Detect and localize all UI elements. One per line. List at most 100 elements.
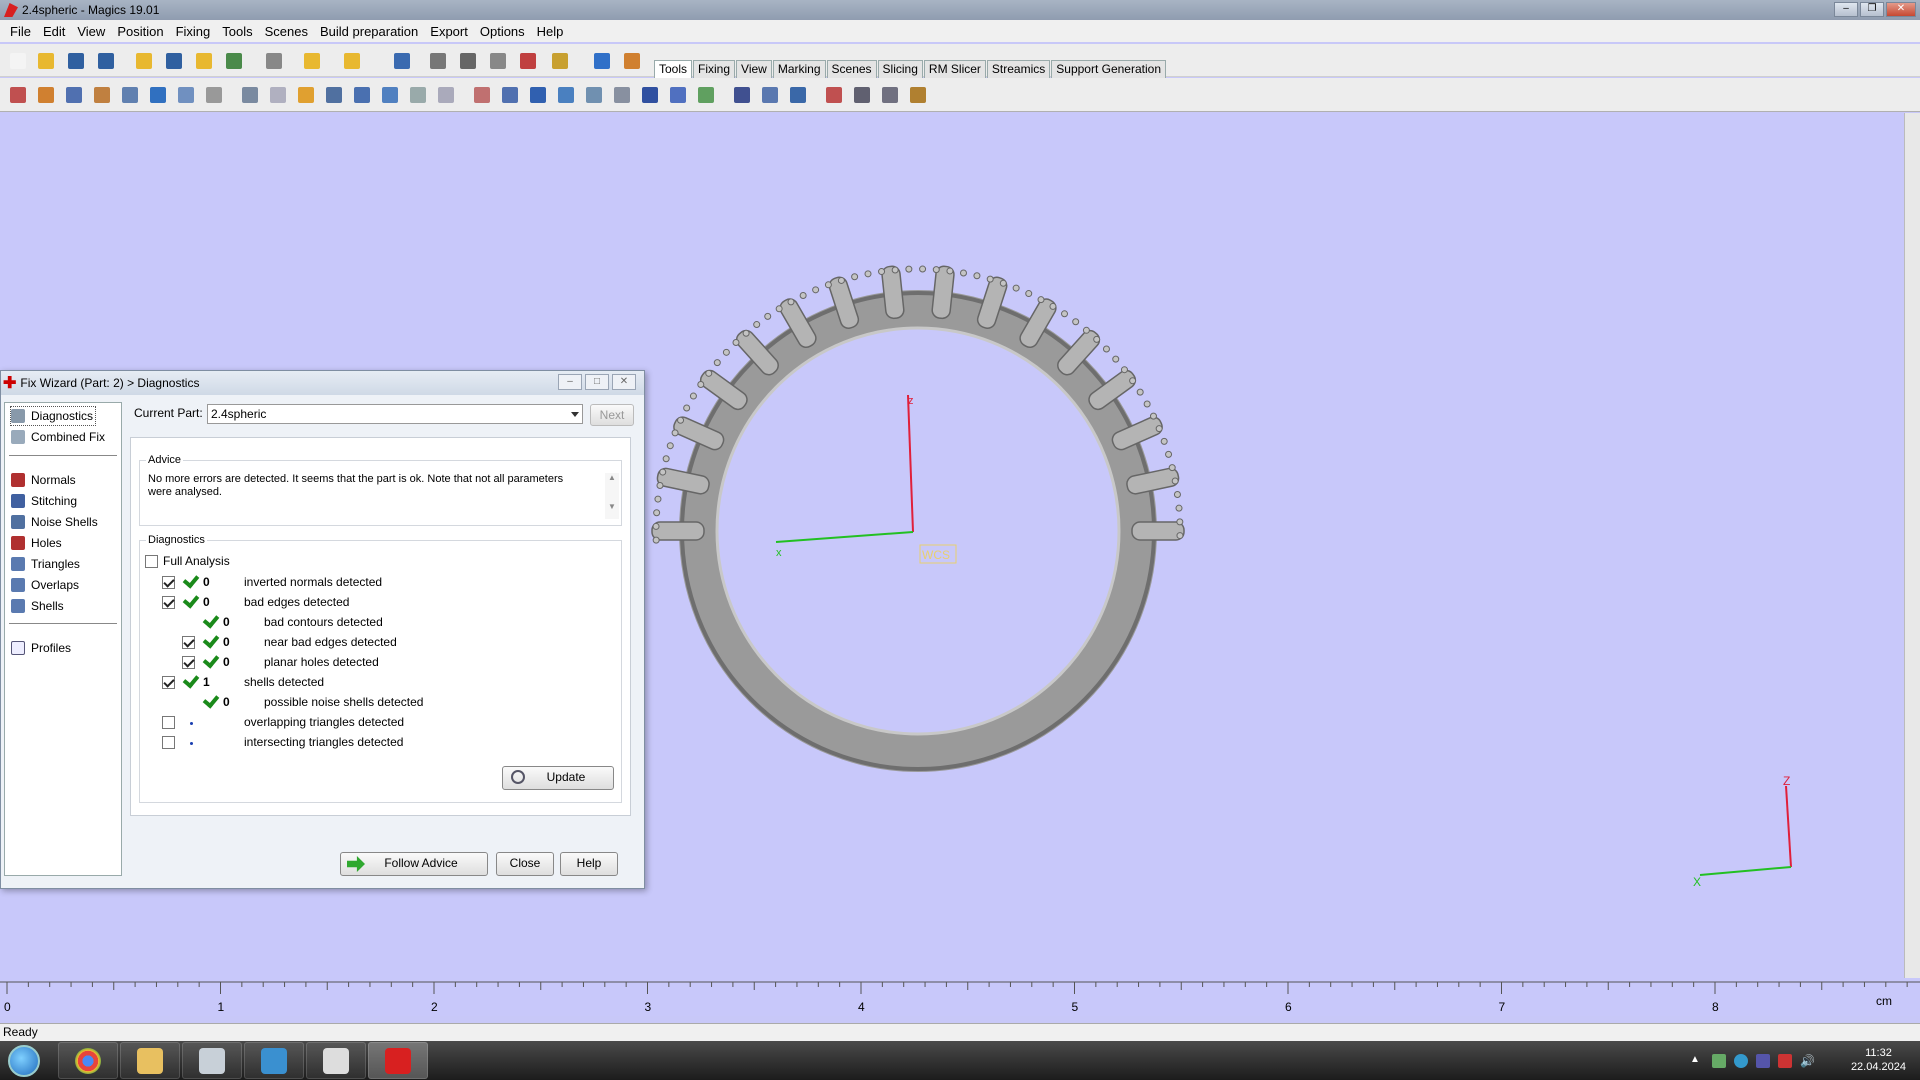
menu-fixing[interactable]: Fixing: [170, 24, 217, 39]
menu-options[interactable]: Options: [474, 24, 531, 39]
tool-10-button[interactable]: [266, 83, 290, 107]
save-as-button[interactable]: [94, 49, 118, 73]
tool-26-button[interactable]: [730, 83, 754, 107]
tray-expand-icon[interactable]: ▲: [1690, 1054, 1704, 1068]
menu-help[interactable]: Help: [531, 24, 570, 39]
nav-item-profiles[interactable]: Profiles: [11, 639, 71, 657]
tool-31-button[interactable]: [878, 83, 902, 107]
dialog-titlebar[interactable]: ✚ Fix Wizard (Part: 2) > Diagnostics – □…: [1, 371, 644, 395]
fix-wizard-button[interactable]: [548, 49, 572, 73]
current-part-select[interactable]: 2.4spheric: [207, 404, 583, 424]
start-button[interactable]: [2, 1042, 46, 1079]
about-button[interactable]: [620, 49, 644, 73]
tool-22-button[interactable]: [610, 83, 634, 107]
tool-15-button[interactable]: [406, 83, 430, 107]
app-task-3[interactable]: [306, 1042, 366, 1079]
tool-4-button[interactable]: [90, 83, 114, 107]
tool-8-button[interactable]: [202, 83, 226, 107]
tab-slicing[interactable]: Slicing: [877, 60, 923, 78]
dialog-minimize-button[interactable]: –: [558, 374, 582, 390]
tool-17-button[interactable]: [470, 83, 494, 107]
tool-14-button[interactable]: [378, 83, 402, 107]
tool-3-button[interactable]: [62, 83, 86, 107]
nav-item-noise-shells[interactable]: Noise Shells: [11, 513, 98, 531]
new-file-button[interactable]: [6, 49, 30, 73]
app-task-2[interactable]: [244, 1042, 304, 1079]
tool-18-button[interactable]: [498, 83, 522, 107]
ring-model[interactable]: [679, 290, 1157, 772]
nav-item-combined-fix[interactable]: Combined Fix: [11, 428, 105, 446]
redo-button[interactable]: [340, 49, 364, 73]
menu-tools[interactable]: Tools: [216, 24, 258, 39]
tool-25-button[interactable]: [694, 83, 718, 107]
tab-support-generation[interactable]: Support Generation: [1051, 60, 1167, 78]
dialog-maximize-button[interactable]: □: [585, 374, 609, 390]
diag-row-checkbox[interactable]: [182, 636, 195, 649]
diag-row-checkbox[interactable]: [162, 576, 175, 589]
menu-build-preparation[interactable]: Build preparation: [314, 24, 424, 39]
nav-item-normals[interactable]: Normals: [11, 471, 76, 489]
dialog-close-icon-button[interactable]: ✕: [612, 374, 636, 390]
menu-edit[interactable]: Edit: [37, 24, 71, 39]
tray-app-icon[interactable]: [1734, 1054, 1748, 1068]
tab-view[interactable]: View: [736, 60, 772, 78]
system-clock[interactable]: 11:32 22.04.2024: [1851, 1046, 1906, 1074]
import-button[interactable]: [132, 49, 156, 73]
diag-row-checkbox[interactable]: [162, 736, 175, 749]
advice-scrollbar[interactable]: ▲ ▼: [605, 473, 619, 519]
tool-19-button[interactable]: [526, 83, 550, 107]
tool-1-button[interactable]: [6, 83, 30, 107]
tool-13-button[interactable]: [350, 83, 374, 107]
nav-item-overlaps[interactable]: Overlaps: [11, 576, 79, 594]
full-analysis-checkbox[interactable]: [145, 555, 158, 568]
translate-button[interactable]: [456, 49, 480, 73]
help-button[interactable]: Help: [560, 852, 618, 876]
nav-item-shells[interactable]: Shells: [11, 597, 64, 615]
tool-11-button[interactable]: [294, 83, 318, 107]
update-button[interactable]: Update: [502, 766, 614, 790]
tool-29-button[interactable]: [822, 83, 846, 107]
menu-scenes[interactable]: Scenes: [259, 24, 314, 39]
close-button[interactable]: Close: [496, 852, 554, 876]
minimize-button[interactable]: –: [1834, 2, 1858, 17]
magics-task[interactable]: [368, 1042, 428, 1079]
tool-16-button[interactable]: [434, 83, 458, 107]
tool-24-button[interactable]: [666, 83, 690, 107]
tab-fixing[interactable]: Fixing: [693, 60, 736, 78]
tab-scenes[interactable]: Scenes: [826, 60, 877, 78]
restore-button[interactable]: ❐: [1860, 2, 1884, 17]
close-window-button[interactable]: ✕: [1886, 2, 1916, 17]
tool-20-button[interactable]: [554, 83, 578, 107]
tool-23-button[interactable]: [638, 83, 662, 107]
nav-item-triangles[interactable]: Triangles: [11, 555, 80, 573]
tool-12-button[interactable]: [322, 83, 346, 107]
export-part-button[interactable]: [162, 49, 186, 73]
tab-tools[interactable]: Tools: [654, 60, 693, 78]
tray-volume-icon[interactable]: 🔊: [1800, 1054, 1815, 1068]
tab-streamics[interactable]: Streamics: [986, 60, 1051, 78]
tool-21-button[interactable]: [582, 83, 606, 107]
app-task-1[interactable]: [182, 1042, 242, 1079]
diag-row-checkbox[interactable]: [162, 596, 175, 609]
print-button[interactable]: [262, 49, 286, 73]
open-file-button[interactable]: [34, 49, 58, 73]
unzoom-button[interactable]: [516, 49, 540, 73]
rotate-button[interactable]: [426, 49, 450, 73]
diag-row-checkbox[interactable]: [162, 676, 175, 689]
tool-7-button[interactable]: [174, 83, 198, 107]
tool-32-button[interactable]: [906, 83, 930, 107]
unload-button[interactable]: [222, 49, 246, 73]
undo-button[interactable]: [300, 49, 324, 73]
diag-row-checkbox[interactable]: [162, 716, 175, 729]
tool-6-button[interactable]: [146, 83, 170, 107]
nav-item-stitching[interactable]: Stitching: [11, 492, 77, 510]
tab-rm-slicer[interactable]: RM Slicer: [923, 60, 986, 78]
select-button[interactable]: [390, 49, 414, 73]
viewport-side-scrollbar[interactable]: [1904, 113, 1920, 978]
zoom-button[interactable]: [486, 49, 510, 73]
next-button[interactable]: Next: [590, 404, 634, 426]
tool-28-button[interactable]: [786, 83, 810, 107]
tool-5-button[interactable]: [118, 83, 142, 107]
menu-view[interactable]: View: [71, 24, 111, 39]
help-button[interactable]: [590, 49, 614, 73]
